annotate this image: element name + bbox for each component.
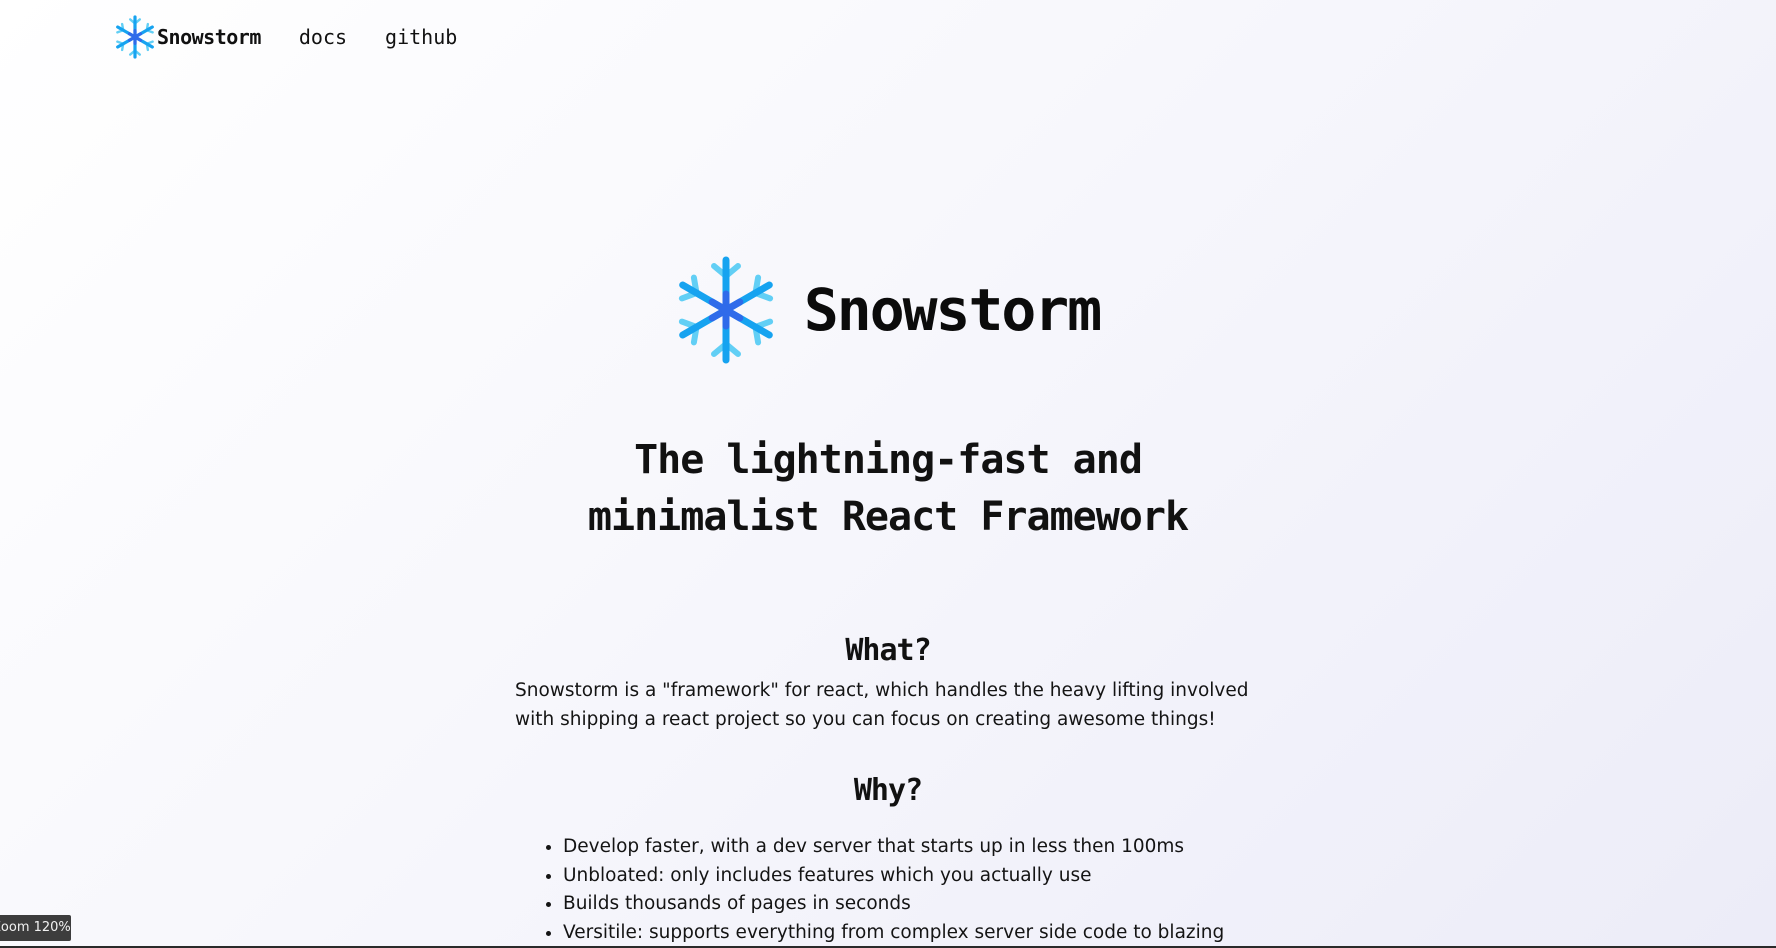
what-description: Snowstorm is a "framework" for react, wh… <box>515 680 1249 730</box>
list-item: Builds thousands of pages in seconds <box>563 890 1224 919</box>
tagline: The lightning-fast and minimalist React … <box>0 432 1776 546</box>
tagline-line-2: minimalist React Framework <box>587 494 1189 540</box>
list-item: Versitile: supports everything from comp… <box>563 919 1224 948</box>
list-item: Unbloated: only includes features which … <box>563 862 1224 891</box>
brand-home-link[interactable]: Snowstorm <box>115 15 261 59</box>
tagline-line-1: The lightning-fast and <box>634 437 1143 483</box>
hero-logo: Snowstorm <box>0 255 1776 365</box>
snowflake-icon <box>676 255 776 365</box>
brand-name: Snowstorm <box>157 25 261 49</box>
list-item: Develop faster, with a dev server that s… <box>563 833 1224 862</box>
why-list: Develop faster, with a dev server that s… <box>515 833 1224 948</box>
zoom-indicator: Zoom 120% <box>0 915 71 941</box>
nav-link-docs[interactable]: docs <box>299 25 347 49</box>
nav-link-github[interactable]: github <box>385 25 457 49</box>
why-heading: Why? <box>853 773 923 808</box>
top-nav: Snowstorm docs github <box>115 14 457 60</box>
snowflake-icon <box>115 15 155 59</box>
hero-title: Snowstorm <box>803 276 1102 344</box>
what-heading: What? <box>845 633 931 668</box>
